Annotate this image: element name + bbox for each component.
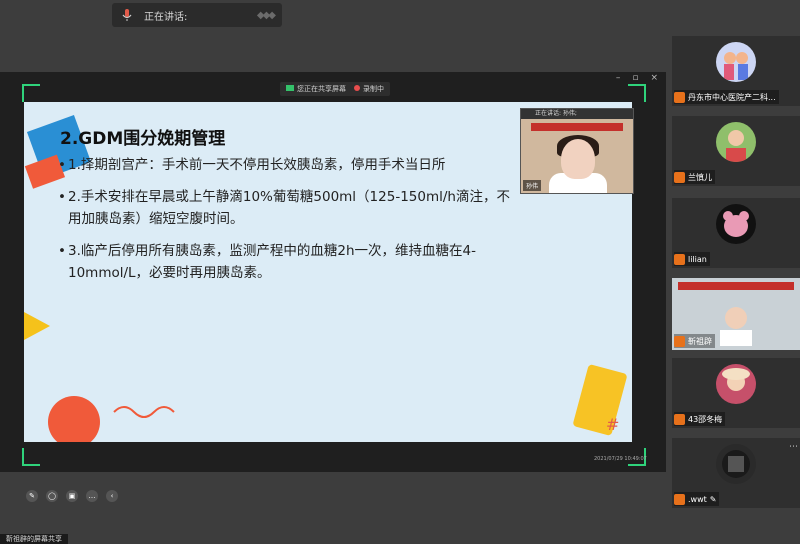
participant-label: .wwt ✎	[674, 492, 720, 506]
slide-decoration-left	[48, 396, 175, 442]
share-frame-corner	[22, 84, 40, 102]
avatar	[716, 444, 756, 484]
slide-bullet: • 2.手术安排在早晨或上午静滴10%葡萄糖500ml（125-150ml/h滴注…	[58, 189, 510, 205]
slide-decoration-bottom: #	[573, 364, 627, 436]
sharing-status-bar: 您正在共享屏幕 录制中	[280, 82, 390, 96]
participant-tile[interactable]: 兰慎儿	[672, 116, 800, 186]
user-icon	[674, 335, 685, 347]
slide-bullet: • 3.临产后停用所有胰岛素，监测产程中的血糖2h一次，维持血糖在4-	[58, 243, 476, 259]
share-frame-corner	[22, 448, 40, 466]
chat-icon[interactable]: …	[86, 490, 98, 502]
slide-bullet-continuation: 10mmol/L，必要时再用胰岛素。	[68, 265, 271, 281]
window-controls: – ▫ ×	[616, 73, 658, 83]
slide-bullet: • 1.择期剖宫产：手术前一天不停用长效胰岛素，停用手术当日所	[58, 157, 446, 173]
participant-sidebar: 丹东市中心医院产二科... 兰慎儿 lilian 靳祖辟 43邵冬梅 ⋯ .ww…	[669, 36, 800, 544]
avatar	[716, 122, 756, 162]
share-source-label: 靳祖辟的屏幕共享	[0, 534, 68, 544]
minimize-button[interactable]: –	[616, 73, 621, 83]
slide-title: 2.GDM围分娩期管理	[60, 129, 226, 149]
speaking-indicator: 正在讲话: ◆◆◆	[112, 3, 282, 27]
participant-label: 兰慎儿	[674, 170, 715, 184]
collapse-icon[interactable]: ‹	[106, 490, 118, 502]
signal-icon	[286, 85, 294, 91]
slide-timestamp: 2021/07/29 10:49:07	[594, 456, 647, 462]
participant-tile[interactable]: 43邵冬梅	[672, 358, 800, 428]
maximize-button[interactable]: ▫	[632, 73, 638, 83]
participant-tile[interactable]: ⋯ .wwt ✎	[672, 438, 800, 508]
edit-icon: ✎	[709, 494, 717, 504]
user-icon	[674, 91, 685, 103]
participant-label: 43邵冬梅	[674, 412, 726, 426]
person-face	[561, 139, 595, 179]
annotation-toolbar: ✎ ◯ ▣ … ‹	[26, 487, 186, 505]
user-icon	[674, 493, 685, 505]
participant-label: lilian	[674, 252, 710, 266]
pen-icon[interactable]: ✎	[26, 490, 38, 502]
pip-header: 正在讲话: 孙伟;	[521, 109, 633, 119]
video-feed	[720, 307, 752, 346]
svg-text:#: #	[606, 415, 619, 434]
participant-tile[interactable]: lilian	[672, 198, 800, 268]
slide-bullet-continuation: 用加胰岛素）缩短空腹时间。	[68, 211, 244, 227]
triangle-decoration	[24, 312, 50, 340]
shape-icon[interactable]: ◯	[46, 490, 58, 502]
sharing-status[interactable]: 您正在共享屏幕	[286, 84, 346, 94]
participant-label: 丹东市中心医院产二科...	[674, 90, 779, 104]
recording-status[interactable]: 录制中	[354, 84, 384, 94]
close-button[interactable]: ×	[650, 73, 658, 83]
pip-name: 孙伟	[523, 180, 542, 191]
participant-tile[interactable]: 丹东市中心医院产二科...	[672, 36, 800, 106]
avatar	[716, 204, 756, 244]
avatar	[716, 42, 756, 82]
video-banner	[531, 123, 623, 131]
video-banner	[678, 282, 794, 290]
speaking-label: 正在讲话:	[144, 11, 188, 23]
video-icon[interactable]: ▣	[66, 490, 78, 502]
participant-tile-video[interactable]: 靳祖辟	[672, 278, 800, 350]
user-icon	[674, 413, 685, 425]
microphone-icon	[118, 6, 136, 24]
share-frame-corner	[628, 84, 646, 102]
record-icon	[354, 85, 360, 91]
video-feed: 孙伟	[521, 119, 633, 193]
user-icon	[674, 171, 685, 183]
user-icon	[674, 253, 685, 265]
more-options-icon[interactable]: ⋯	[789, 442, 798, 452]
audio-wave-icon: ◆◆◆	[256, 9, 276, 21]
participant-label: 靳祖辟	[674, 334, 715, 348]
avatar	[716, 364, 756, 404]
speaker-video-thumbnail[interactable]: 正在讲话: 孙伟; 孙伟	[520, 108, 634, 194]
